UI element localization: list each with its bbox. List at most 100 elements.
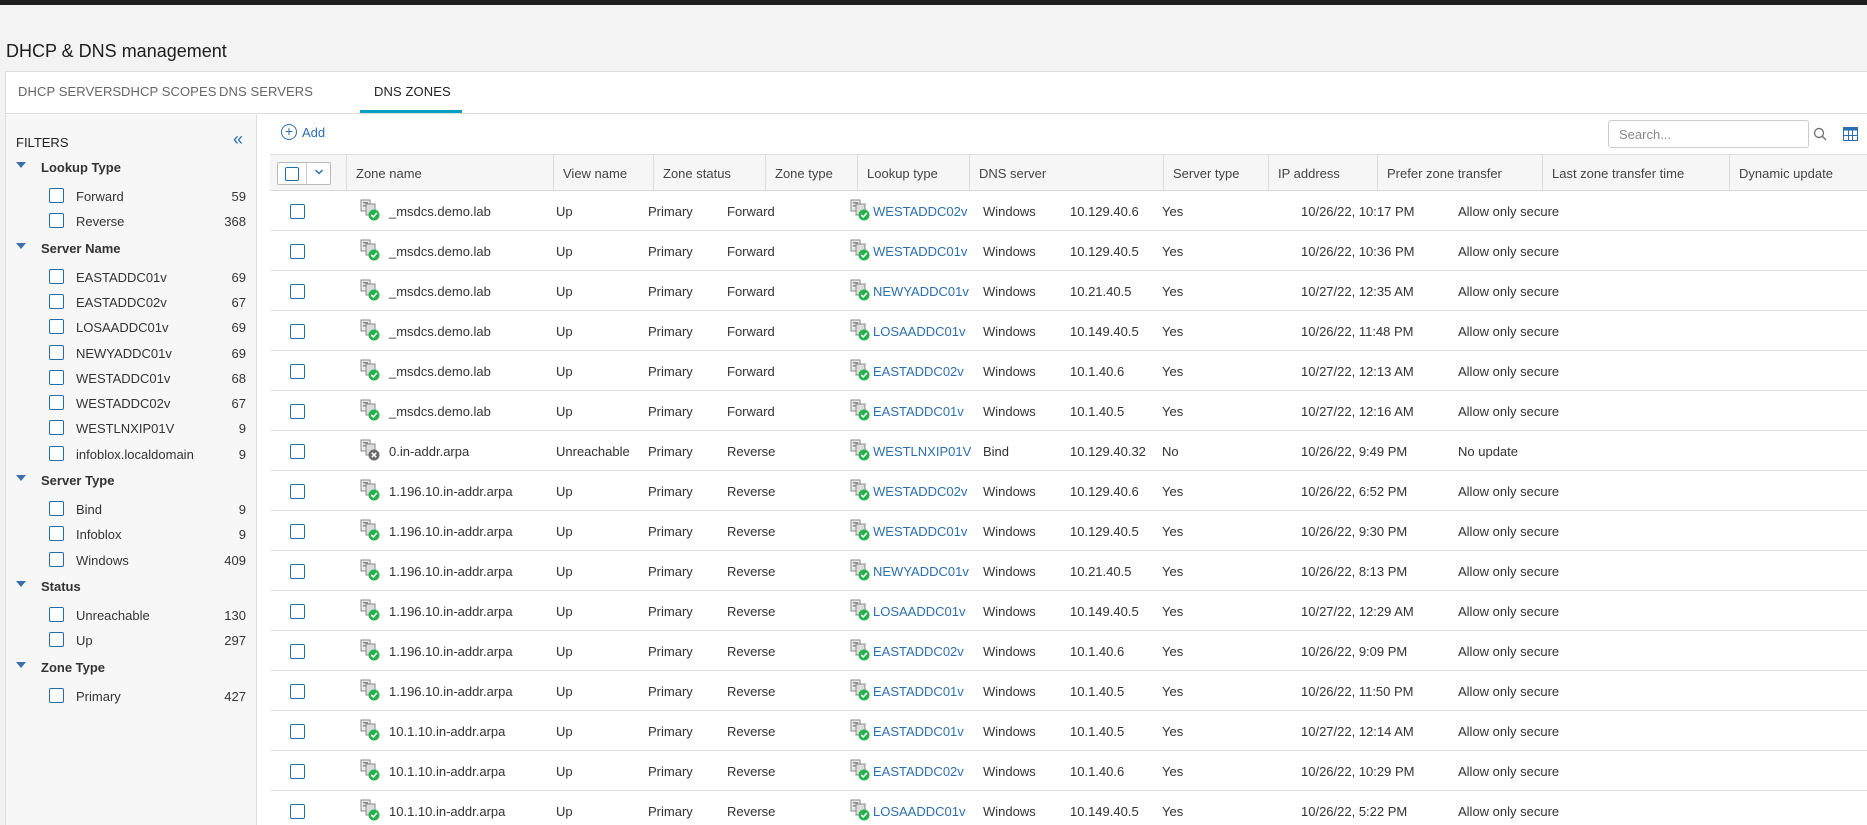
dns-server-link[interactable]: LOSAADDC01v [873,604,965,619]
dns-server-link[interactable]: WESTADDC02v [873,204,967,219]
filter-checkbox[interactable] [49,293,64,309]
filter-checkbox[interactable] [49,445,64,461]
filter-checkbox[interactable] [49,632,64,648]
double-chevron-left-icon[interactable]: « [229,130,247,148]
dns-server-link[interactable]: WESTLNXIP01V [873,444,971,459]
dns-server-link[interactable]: WESTADDC01v [873,244,967,259]
column-header-dynamic-update[interactable]: Dynamic update [1729,155,1867,191]
table-row[interactable]: _msdcs.demo.lab Up Primary Forward EASTADDC0… [270,351,1867,391]
dns-server-link[interactable]: EASTADDC01v [873,404,964,419]
table-row[interactable]: 1.196.10.in-addr.arpa Up Primary Reverse EAS… [270,671,1867,711]
dns-server-link[interactable]: LOSAADDC01v [873,804,965,819]
filter-group-server-type[interactable]: Server Type [16,473,246,493]
row-checkbox[interactable] [290,204,305,219]
dns-server-link[interactable]: EASTADDC02v [873,644,964,659]
dns-server-link[interactable]: NEWYADDC01v [873,564,969,579]
column-header-last-zone-transfer-time[interactable]: Last zone transfer time [1542,155,1729,191]
row-checkbox[interactable] [290,724,305,739]
table-row[interactable]: _msdcs.demo.lab Up Primary Forward LOSAADDC0… [270,311,1867,351]
search-icon[interactable] [1813,127,1827,141]
dns-server-link[interactable]: WESTADDC01v [873,524,967,539]
filter-checkbox[interactable] [49,526,64,542]
table-row[interactable]: 10.1.10.in-addr.arpa Up Primary Reverse EAST… [270,751,1867,791]
table-row[interactable]: 1.196.10.in-addr.arpa Up Primary Reverse EAS… [270,631,1867,671]
row-checkbox[interactable] [290,804,305,819]
tab-dns-zones[interactable]: DNS ZONES [374,84,451,99]
row-checkbox[interactable] [290,364,305,379]
filter-group-status[interactable]: Status [16,579,246,599]
row-checkbox[interactable] [290,484,305,499]
filter-group-lookup-type[interactable]: Lookup Type [16,160,246,180]
columns-icon[interactable] [1843,127,1858,141]
filter-option[interactable]: WESTADDC02v 67 [6,392,256,414]
row-checkbox[interactable] [290,764,305,779]
table-row[interactable]: 0.in-addr.arpa Unreachable Primary Reverse W… [270,431,1867,471]
row-checkbox[interactable] [290,444,305,459]
column-header-zone-name[interactable]: Zone name [346,155,553,191]
row-checkbox[interactable] [290,244,305,259]
column-header-dns-server[interactable]: DNS server [969,155,1163,191]
filter-option[interactable]: Up 297 [6,629,256,651]
filter-option[interactable]: Windows 409 [6,549,256,571]
tab-dhcp-servers[interactable]: DHCP SERVERS [18,84,121,99]
filter-checkbox[interactable] [49,606,64,622]
filter-checkbox[interactable] [49,687,64,703]
tab-dhcp-scopes[interactable]: DHCP SCOPES [121,84,217,99]
chevron-down-icon[interactable] [315,168,323,176]
filter-group-zone-type[interactable]: Zone Type [16,660,246,680]
table-row[interactable]: 1.196.10.in-addr.arpa Up Primary Reverse LOS… [270,591,1867,631]
row-checkbox[interactable] [290,324,305,339]
row-checkbox[interactable] [290,644,305,659]
search-input[interactable] [1608,120,1809,148]
filter-checkbox[interactable] [49,319,64,335]
column-header-zone-type[interactable]: Zone type [765,155,857,191]
column-header-view-name[interactable]: View name [553,155,653,191]
filter-option[interactable]: EASTADDC01v 69 [6,266,256,288]
select-all-control[interactable] [277,162,331,185]
table-row[interactable]: 1.196.10.in-addr.arpa Up Primary Reverse NEW… [270,551,1867,591]
row-checkbox[interactable] [290,284,305,299]
column-header-lookup-type[interactable]: Lookup type [857,155,969,191]
filter-checkbox[interactable] [49,395,64,411]
dns-server-link[interactable]: NEWYADDC01v [873,284,969,299]
table-row[interactable]: 1.196.10.in-addr.arpa Up Primary Reverse WES… [270,471,1867,511]
row-checkbox[interactable] [290,524,305,539]
filter-option[interactable]: Infoblox 9 [6,523,256,545]
filter-checkbox[interactable] [49,420,64,436]
table-row[interactable]: 10.1.10.in-addr.arpa Up Primary Reverse LOSA… [270,791,1867,825]
table-row[interactable]: 1.196.10.in-addr.arpa Up Primary Reverse WES… [270,511,1867,551]
filter-option[interactable]: LOSAADDC01v 69 [6,316,256,338]
dns-server-link[interactable]: EASTADDC01v [873,684,964,699]
column-header-prefer-zone-transfer[interactable]: Prefer zone transfer [1377,155,1542,191]
row-checkbox[interactable] [290,404,305,419]
filter-option[interactable]: Bind 9 [6,498,256,520]
table-row[interactable]: _msdcs.demo.lab Up Primary Forward WESTADDC0… [270,231,1867,271]
dns-server-link[interactable]: EASTADDC02v [873,764,964,779]
column-header-ip-address[interactable]: IP address [1268,155,1377,191]
filter-option[interactable]: Primary 427 [6,685,256,707]
filter-checkbox[interactable] [49,188,64,203]
row-checkbox[interactable] [290,684,305,699]
tab-dns-servers[interactable]: DNS SERVERS [219,84,313,99]
filter-group-server-name[interactable]: Server Name [16,241,246,261]
filter-checkbox[interactable] [49,551,64,567]
column-header-server-type[interactable]: Server type [1163,155,1268,191]
filter-option[interactable]: NEWYADDC01v 69 [6,342,256,364]
filter-option[interactable]: WESTLNXIP01V 9 [6,417,256,439]
dns-server-link[interactable]: WESTADDC02v [873,484,967,499]
dns-server-link[interactable]: LOSAADDC01v [873,324,965,339]
select-all-checkbox[interactable] [285,167,299,181]
filter-option[interactable]: infoblox.localdomain 9 [6,443,256,465]
table-row[interactable]: 10.1.10.in-addr.arpa Up Primary Reverse EAST… [270,711,1867,751]
filter-checkbox[interactable] [49,268,64,284]
dns-server-link[interactable]: EASTADDC01v [873,724,964,739]
table-row[interactable]: _msdcs.demo.lab Up Primary Forward WESTADDC0… [270,191,1867,231]
table-row[interactable]: _msdcs.demo.lab Up Primary Forward NEWYADDC0… [270,271,1867,311]
filter-checkbox[interactable] [49,213,64,229]
filter-option[interactable]: Forward 59 [6,185,256,207]
filter-checkbox[interactable] [49,369,64,385]
filter-option[interactable]: WESTADDC01v 68 [6,367,256,389]
table-row[interactable]: _msdcs.demo.lab Up Primary Forward EASTADDC0… [270,391,1867,431]
filter-option[interactable]: EASTADDC02v 67 [6,291,256,313]
filter-checkbox[interactable] [49,501,64,516]
